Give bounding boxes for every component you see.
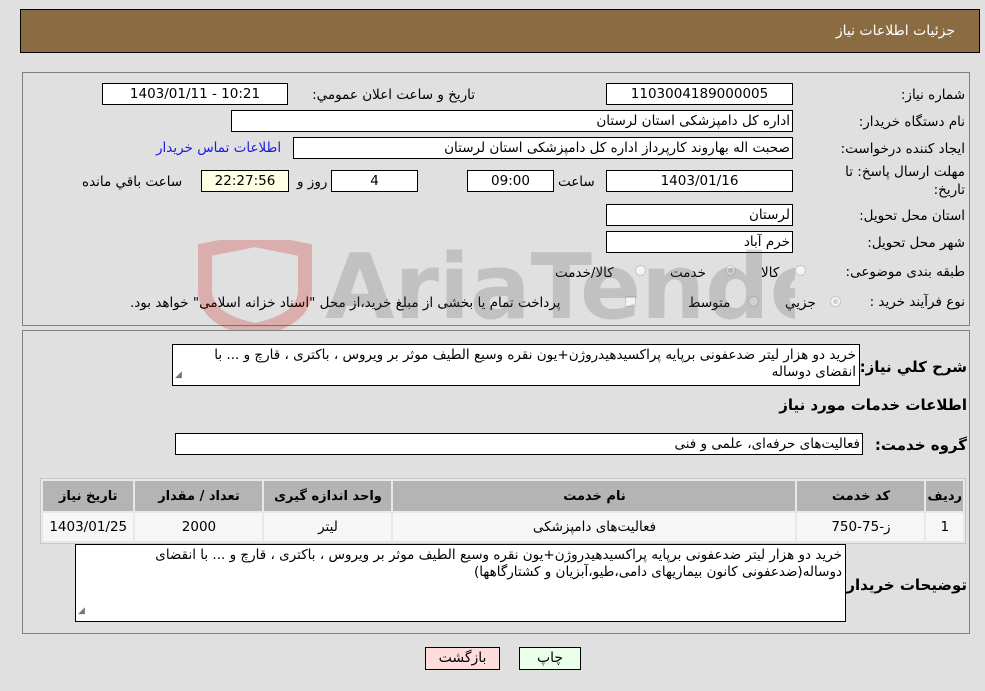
back-button[interactable]: بازگشت xyxy=(425,647,500,670)
cell-row: 1 xyxy=(926,513,963,541)
cell-unit: لیتر xyxy=(264,513,392,541)
resize-handle-icon[interactable]: ◢ xyxy=(78,603,85,620)
cell-name: فعالیت‌های دامپزشکی xyxy=(393,513,796,541)
remaining-days-field: 4 xyxy=(331,170,418,192)
service-group-field: فعالیت‌های حرفه‌ای، علمی و فنی xyxy=(175,433,863,455)
requester-label: ایجاد کننده درخواست: xyxy=(840,141,965,157)
description-text: خرید دو هزار لیتر ضدعفونی برپایه پراکسید… xyxy=(214,347,856,380)
category-option-service: خدمت xyxy=(670,265,706,281)
city-field: خرم آباد xyxy=(606,231,793,253)
page-header: جزئیات اطلاعات نیاز xyxy=(20,9,980,53)
need-number-label: شماره نیاز: xyxy=(900,87,965,103)
process-radio-medium[interactable] xyxy=(748,296,759,307)
announce-date-label: تاریخ و ساعت اعلان عمومي: xyxy=(312,87,475,103)
treasury-checkbox[interactable] xyxy=(625,296,636,307)
process-type-label: نوع فرآیند خرید : xyxy=(869,294,965,310)
need-number-field: 1103004189000005 xyxy=(606,83,793,105)
buyer-notes-text: خرید دو هزار لیتر ضدعفونی برپایه پراکسید… xyxy=(155,547,842,580)
deadline-time-label: ساعت xyxy=(558,174,595,190)
cell-date: 1403/01/25 xyxy=(43,513,134,541)
buyer-notes-textarea[interactable]: خرید دو هزار لیتر ضدعفونی برپایه پراکسید… xyxy=(75,544,846,622)
category-radio-goods-service[interactable] xyxy=(635,265,646,276)
buyer-notes-label: توضيحات خريدار: xyxy=(840,576,967,594)
col-unit-header: واحد اندازه گيری xyxy=(264,481,392,511)
city-label: شهر محل تحویل: xyxy=(867,235,965,251)
service-group-label: گروه خدمت: xyxy=(874,436,967,454)
col-row-header: رديف xyxy=(926,481,963,511)
category-option-goods: کالا xyxy=(761,265,780,281)
buyer-org-field: اداره کل دامپزشکی استان لرستان xyxy=(231,110,793,132)
deadline-time-field: 09:00 xyxy=(467,170,554,192)
resize-handle-icon[interactable]: ◢ xyxy=(175,367,182,384)
page-title: جزئیات اطلاعات نیاز xyxy=(835,23,955,39)
treasury-note: پرداخت تمام یا بخشی از مبلغ خرید،از محل … xyxy=(130,295,561,311)
cell-qty: 2000 xyxy=(135,513,263,541)
print-button[interactable]: چاپ xyxy=(519,647,581,670)
description-label: شرح کلي نياز: xyxy=(859,358,967,376)
col-date-header: تاريخ نياز xyxy=(43,481,134,511)
announce-date-field: 1403/01/11 - 10:21 xyxy=(102,83,288,105)
description-textarea[interactable]: خرید دو هزار لیتر ضدعفونی برپایه پراکسید… xyxy=(172,344,860,386)
buyer-org-label: نام دستگاه خريدار: xyxy=(858,114,965,130)
remaining-time-label: ساعت باقي مانده xyxy=(82,174,183,190)
deadline-date-field: 1403/01/16 xyxy=(606,170,793,192)
process-option-minor: جزيي xyxy=(785,295,816,311)
category-label: طبقه بندی موضوعی: xyxy=(845,264,965,280)
cell-code: ز-75-750 xyxy=(797,513,925,541)
category-radio-goods[interactable] xyxy=(795,265,806,276)
table-header-row: رديف کد خدمت نام خدمت واحد اندازه گيری ت… xyxy=(43,481,963,511)
services-table: رديف کد خدمت نام خدمت واحد اندازه گيری ت… xyxy=(40,478,966,544)
days-label: روز و xyxy=(297,174,328,190)
col-qty-header: تعداد / مقدار xyxy=(135,481,263,511)
deadline-label-line2: تاریخ: xyxy=(933,182,965,198)
category-radio-service[interactable] xyxy=(725,265,736,276)
remaining-time-field: 22:27:56 xyxy=(201,170,289,192)
col-name-header: نام خدمت xyxy=(393,481,796,511)
deadline-label-line1: مهلت ارسال پاسخ: تا xyxy=(845,164,965,180)
province-label: استان محل تحویل: xyxy=(859,208,965,224)
table-row: 1 ز-75-750 فعالیت‌های دامپزشکی لیتر 2000… xyxy=(43,513,963,541)
category-option-goods-service: کالا/خدمت xyxy=(555,265,614,281)
buyer-contact-link[interactable]: اطلاعات تماس خریدار xyxy=(156,140,281,156)
col-code-header: کد خدمت xyxy=(797,481,925,511)
province-field: لرستان xyxy=(606,204,793,226)
process-option-medium: متوسط xyxy=(688,295,731,311)
process-radio-minor[interactable] xyxy=(830,296,841,307)
services-section-title: اطلاعات خدمات مورد نياز xyxy=(779,396,967,414)
requester-field: صحبت اله بهاروند کارپرداز اداره کل دامپز… xyxy=(293,137,793,159)
